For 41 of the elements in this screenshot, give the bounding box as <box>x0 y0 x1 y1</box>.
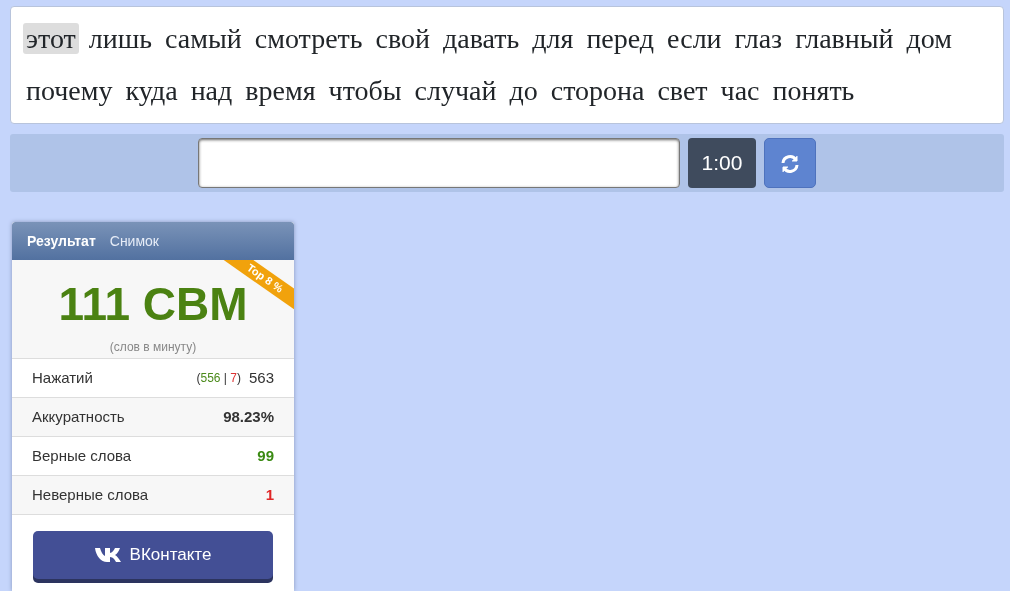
word: куда <box>124 75 179 106</box>
timer: 1:00 <box>687 138 757 188</box>
stat-label: Верные слова <box>32 445 132 466</box>
keystroke-breakdown: (556 | 7) <box>196 370 241 387</box>
stat-label: Аккуратность <box>32 406 125 427</box>
word: дом <box>905 23 954 54</box>
word: глаз <box>733 23 784 54</box>
word: самый <box>164 23 243 54</box>
stat-label: Нажатий <box>32 367 93 388</box>
word: главный <box>794 23 895 54</box>
word: время <box>244 75 317 106</box>
refresh-icon <box>780 153 801 174</box>
stat-value: 98.23% <box>223 406 274 427</box>
word: понять <box>771 75 856 106</box>
word: лишь <box>87 23 154 54</box>
word: сторона <box>549 75 646 106</box>
stat-value: 99 <box>257 445 274 466</box>
word: случай <box>413 75 498 106</box>
word: перед <box>585 23 656 54</box>
word: свой <box>374 23 432 54</box>
stat-value: 563 <box>248 367 274 388</box>
word: до <box>508 75 539 106</box>
typing-field[interactable] <box>197 138 680 188</box>
refresh-button[interactable] <box>764 138 817 188</box>
word: почему <box>25 75 114 106</box>
stat-value: 1 <box>265 484 274 505</box>
word: над <box>189 75 234 106</box>
word: если <box>666 23 723 54</box>
result-tab[interactable]: Снимок <box>109 233 159 249</box>
stat-label: Неверные слова <box>32 484 149 505</box>
word: чтобы <box>327 75 403 106</box>
result-tab[interactable]: Результат <box>27 233 96 249</box>
word: смотреть <box>253 23 364 54</box>
speed-score: 111 СВМ <box>58 277 248 332</box>
word: давать <box>442 23 521 54</box>
word: свет <box>656 75 709 106</box>
score-caption: (слов в минуту) <box>109 340 197 354</box>
word: час <box>719 75 761 106</box>
word: для <box>531 23 575 54</box>
vk-icon <box>94 547 122 563</box>
word: этот <box>23 23 79 54</box>
